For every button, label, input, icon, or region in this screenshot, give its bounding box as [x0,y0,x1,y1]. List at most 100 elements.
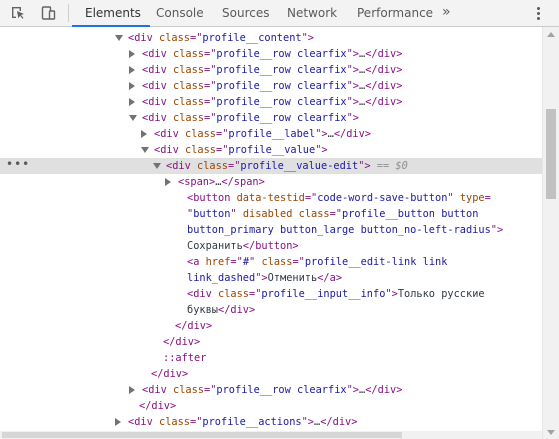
node-markup: <div class="profile__row clearfix"> [142,110,359,126]
dom-node[interactable]: <div class="profile__row clearfix">…</di… [0,78,542,94]
dom-node[interactable]: <div class="profile__row clearfix">…</di… [0,382,542,398]
markup-token-tag: </button> [242,240,299,252]
markup-token-an: class [261,256,293,268]
dom-node[interactable]: </div> [0,318,542,334]
expand-triangle-icon[interactable] [165,178,171,186]
scroll-down-arrow-icon[interactable] [547,430,555,435]
markup-token-tag: =" [204,48,217,60]
tab-console[interactable]: Console [156,0,204,26]
tab-elements-underline [72,25,150,27]
dom-node[interactable]: <div class="profile__content"> [0,30,542,46]
dom-node[interactable]: link_dashed">Отменить</a> [0,270,542,286]
dom-node[interactable]: <div class="profile__value"> [0,142,542,158]
device-toolbar-icon[interactable] [40,5,56,21]
node-markup: <button data-testid="code-word-save-butt… [187,190,491,206]
dom-node[interactable]: <div class="profile__row clearfix">…</di… [0,62,542,78]
tab-sources[interactable]: Sources [222,0,269,26]
tab-network[interactable]: Network [287,0,337,26]
dom-node[interactable]: Сохранить</button> [0,238,542,254]
markup-token-av: profile__row clearfix [216,96,347,108]
node-markup: ::after [163,350,206,366]
markup-token-av: profile__value [228,144,316,156]
markup-token-tag: </div> [365,48,403,60]
markup-token-tag: "> [346,96,359,108]
dom-node[interactable]: <div class="profile__row clearfix"> [0,110,542,126]
markup-token-tag: </div> [365,80,403,92]
markup-token-an: class [185,128,216,140]
expand-triangle-icon[interactable] [129,386,135,394]
expand-triangle-icon[interactable] [115,418,121,426]
node-markup: буквы</div> [187,302,255,318]
expand-triangle-icon[interactable] [129,82,135,90]
markup-token-av: profile__input__info [261,288,386,300]
expand-triangle-icon[interactable] [129,50,135,58]
inspect-element-icon[interactable] [10,5,26,21]
dom-node-selected[interactable]: ••• <div class="profile__value-edit"> == … [0,158,542,174]
node-markup: <div class="profile__value"> [154,142,328,158]
markup-token-tag: =" [329,208,343,220]
dom-node[interactable]: </div> [0,334,542,350]
markup-token-an: class [159,416,190,428]
collapse-triangle-icon[interactable] [141,147,149,153]
markup-token-tag: <div [142,384,173,396]
node-markup: <span>…</span> [178,174,265,190]
scrollbar-thumb[interactable] [546,109,556,199]
dom-node[interactable]: </div> [0,366,542,382]
markup-token-tag: "> [301,32,315,44]
markup-token-av: profile__row clearfix [216,384,347,396]
markup-token-tag: <div [142,64,173,76]
scroll-up-arrow-icon[interactable] [547,32,555,37]
markup-token-tag: "> [346,48,359,60]
dom-node[interactable]: <div class="profile__label">…</div> [0,126,542,142]
node-actions-dots-icon[interactable]: ••• [6,158,30,170]
horizontal-scrollbar[interactable] [0,431,542,439]
markup-token-an: class [185,144,216,156]
dom-node[interactable]: буквы</div> [0,302,542,318]
dom-node[interactable]: <span>…</span> [0,174,542,190]
markup-token-tag: " [447,192,460,204]
dom-node[interactable]: <div class="profile__actions">…</div> [0,414,542,430]
markup-token-av: profile__label [228,128,316,140]
dom-node[interactable]: <div class="profile__row clearfix">…</di… [0,94,542,110]
markup-token-av: profile__edit-link link [304,256,448,268]
collapse-triangle-icon[interactable] [115,35,123,41]
markup-token-av: profile__row clearfix [216,64,347,76]
markup-token-pseudo: ::after [163,352,207,364]
markup-token-tag: " [230,208,243,220]
dom-node[interactable]: ::after [0,350,542,366]
dom-node[interactable]: <div class="profile__input__info">Только… [0,286,542,302]
markup-token-tag: "> [315,144,328,156]
markup-token-tag: </div> [163,336,201,348]
markup-token-tag: =" [249,288,262,300]
tab-elements[interactable]: Elements [85,0,141,26]
dom-node[interactable]: <a href="#" class="profile__edit-link li… [0,254,542,270]
expand-triangle-icon[interactable] [141,130,147,138]
horizontal-scrollbar-thumb[interactable] [2,432,402,438]
dom-node[interactable]: </div> [0,398,542,414]
markup-token-tag: </div> [365,64,403,76]
dom-node[interactable]: <button data-testid="code-word-save-butt… [0,190,542,206]
node-markup: <div class="profile__row clearfix">…</di… [142,382,402,398]
expand-triangle-icon[interactable] [129,66,135,74]
node-markup: </div> [139,398,176,414]
dom-node[interactable]: "button" disabled class="profile__button… [0,206,542,222]
markup-token-dim: == $0 [370,160,408,172]
markup-token-tag: " [249,256,262,268]
kebab-menu-icon[interactable] [537,7,541,21]
tab-performance[interactable]: Performance [357,0,433,26]
dom-node[interactable]: button_primary button_large button_no-le… [0,222,542,238]
collapse-triangle-icon[interactable] [153,163,161,169]
markup-token-tag: </div> [365,384,403,396]
markup-token-an: class [173,112,204,124]
markup-token-an: class [173,64,204,76]
dom-node[interactable]: <div class="profile__row clearfix">…</di… [0,46,542,62]
expand-triangle-icon[interactable] [129,98,135,106]
more-tabs-button[interactable]: » [442,0,451,26]
collapse-triangle-icon[interactable] [129,115,137,121]
markup-token-tag: </a> [317,272,343,284]
vertical-scrollbar[interactable] [542,27,559,439]
markup-token-tag: = [484,192,491,204]
markup-token-tag: <div [142,96,173,108]
markup-token-tag: =" [304,192,318,204]
markup-token-tag: =" [204,96,217,108]
